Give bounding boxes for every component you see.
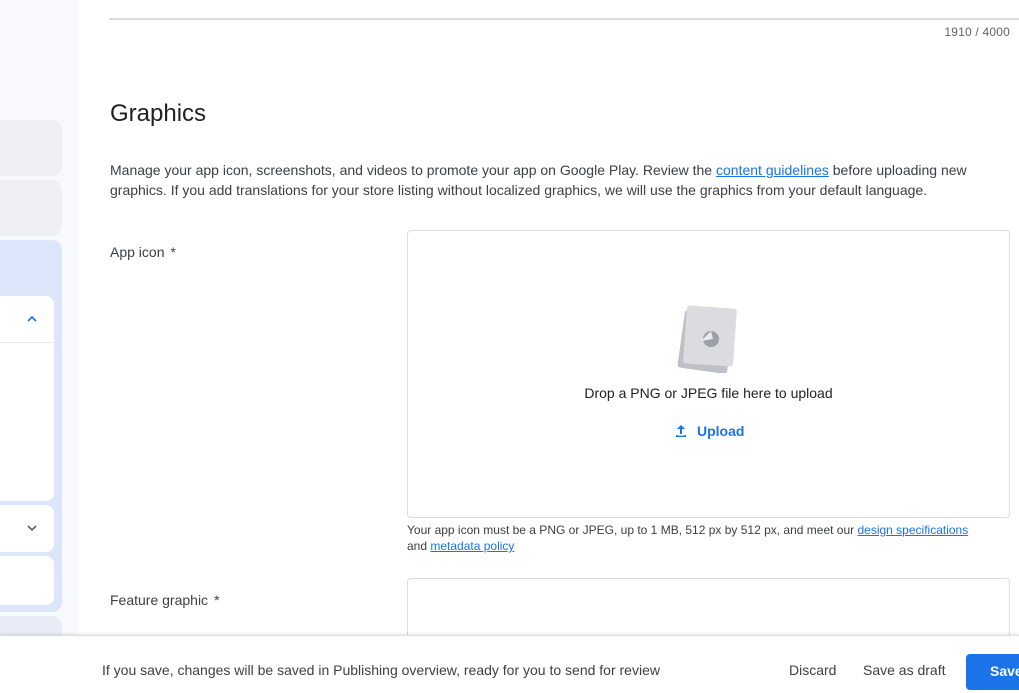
content-guidelines-link[interactable]: content guidelines: [716, 162, 829, 178]
app-icon-dropzone[interactable]: Drop a PNG or JPEG file here to upload U…: [407, 230, 1010, 518]
feature-graphic-label-text: Feature graphic: [110, 592, 209, 608]
app-icon-label: App icon *: [110, 244, 176, 260]
section-description: Manage your app icon, screenshots, and v…: [110, 160, 1015, 200]
image-placeholder-icon: [677, 303, 741, 374]
upload-label: Upload: [697, 423, 745, 439]
upload-button[interactable]: Upload: [673, 423, 744, 439]
required-mark: *: [170, 244, 176, 260]
sidebar-item[interactable]: [0, 180, 62, 236]
save-bar: If you save, changes will be saved in Pu…: [0, 635, 1019, 693]
section-title: Graphics: [110, 100, 207, 127]
app-icon-label-text: App icon: [110, 244, 165, 260]
description-field[interactable]: [109, 0, 1019, 20]
chevron-down-icon[interactable]: [26, 522, 38, 534]
save-bar-message: If you save, changes will be saved in Pu…: [102, 662, 660, 678]
upload-icon: [676, 425, 686, 437]
description-text: Manage your app icon, screenshots, and v…: [110, 162, 716, 178]
app-icon-helper-text: Your app icon must be a PNG or JPEG, up …: [407, 522, 1007, 554]
design-specifications-link[interactable]: design specifications: [857, 523, 968, 537]
character-counter: 1910 / 4000: [944, 25, 1010, 39]
save-as-draft-button[interactable]: Save as draft: [863, 662, 946, 678]
dropzone-text: Drop a PNG or JPEG file here to upload: [584, 385, 833, 401]
sidebar: [0, 0, 78, 693]
helper-text-and: and: [407, 539, 431, 553]
divider: [0, 342, 54, 343]
sidebar-expanded-item[interactable]: [0, 296, 54, 501]
metadata-policy-link[interactable]: metadata policy: [430, 539, 514, 553]
sidebar-item[interactable]: [0, 556, 54, 605]
helper-text: Your app icon must be a PNG or JPEG, up …: [407, 523, 858, 537]
save-button[interactable]: Save: [966, 654, 1019, 690]
sidebar-item[interactable]: [0, 120, 62, 176]
chevron-up-icon[interactable]: [26, 313, 38, 325]
required-mark: *: [214, 592, 220, 608]
discard-button[interactable]: Discard: [789, 662, 836, 678]
feature-graphic-label: Feature graphic *: [110, 592, 220, 608]
